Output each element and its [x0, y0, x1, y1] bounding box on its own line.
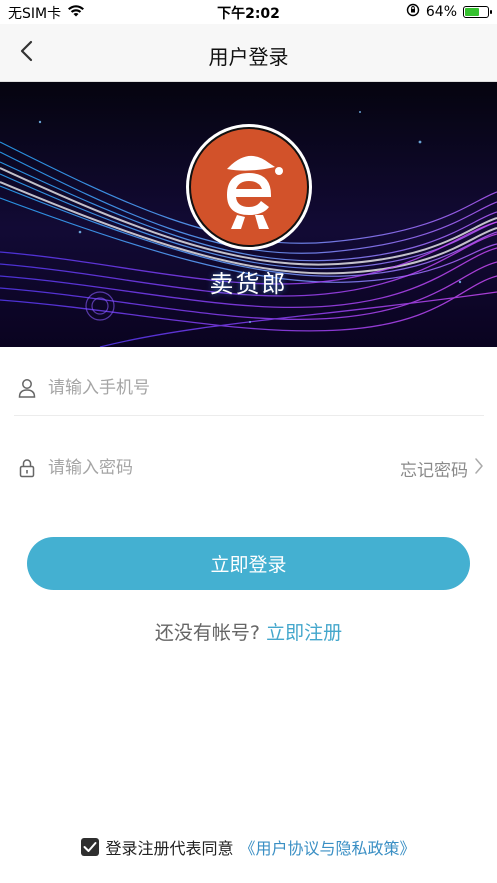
battery-percent: 64% [425, 4, 457, 20]
status-bar: 无SIM卡 下午2:02 64% [0, 0, 497, 24]
password-field-row: 忘记密码 [14, 440, 484, 496]
register-link[interactable]: 立即注册 [266, 622, 342, 644]
user-icon [16, 377, 38, 399]
phone-input[interactable] [48, 377, 484, 398]
agreement-checkbox[interactable] [81, 838, 100, 857]
battery-icon [463, 6, 492, 18]
status-right: 64% [406, 3, 492, 21]
checkmark-icon [83, 838, 97, 857]
register-prompt-line: 还没有帐号? 立即注册 [0, 618, 497, 645]
battery-level [465, 8, 480, 16]
agreement-text: 登录注册代表同意 [105, 839, 234, 858]
header-banner: 卖货郎 [0, 82, 497, 347]
nav-bar: 用户登录 [0, 24, 497, 82]
forgot-password-link[interactable]: 忘记密码 [400, 456, 484, 481]
password-input[interactable] [48, 458, 400, 478]
user-agreement-link[interactable]: 《用户协议与隐私政策》 [240, 835, 416, 859]
agreement-row: 登录注册代表同意 《用户协议与隐私政策》 [0, 835, 497, 859]
page-title: 用户登录 [208, 45, 289, 69]
lock-icon [16, 457, 38, 479]
phone-field-row [14, 360, 484, 416]
cowboy-e-mascot-logo-icon [189, 127, 309, 247]
orientation-lock-icon [406, 3, 420, 21]
register-prompt: 还没有帐号? [154, 622, 261, 644]
forgot-password-label: 忘记密码 [400, 460, 468, 481]
chevron-right-icon [474, 457, 484, 480]
app-logo [186, 124, 312, 250]
login-button[interactable]: 立即登录 [27, 537, 470, 590]
brand-name: 卖货郎 [209, 270, 288, 298]
